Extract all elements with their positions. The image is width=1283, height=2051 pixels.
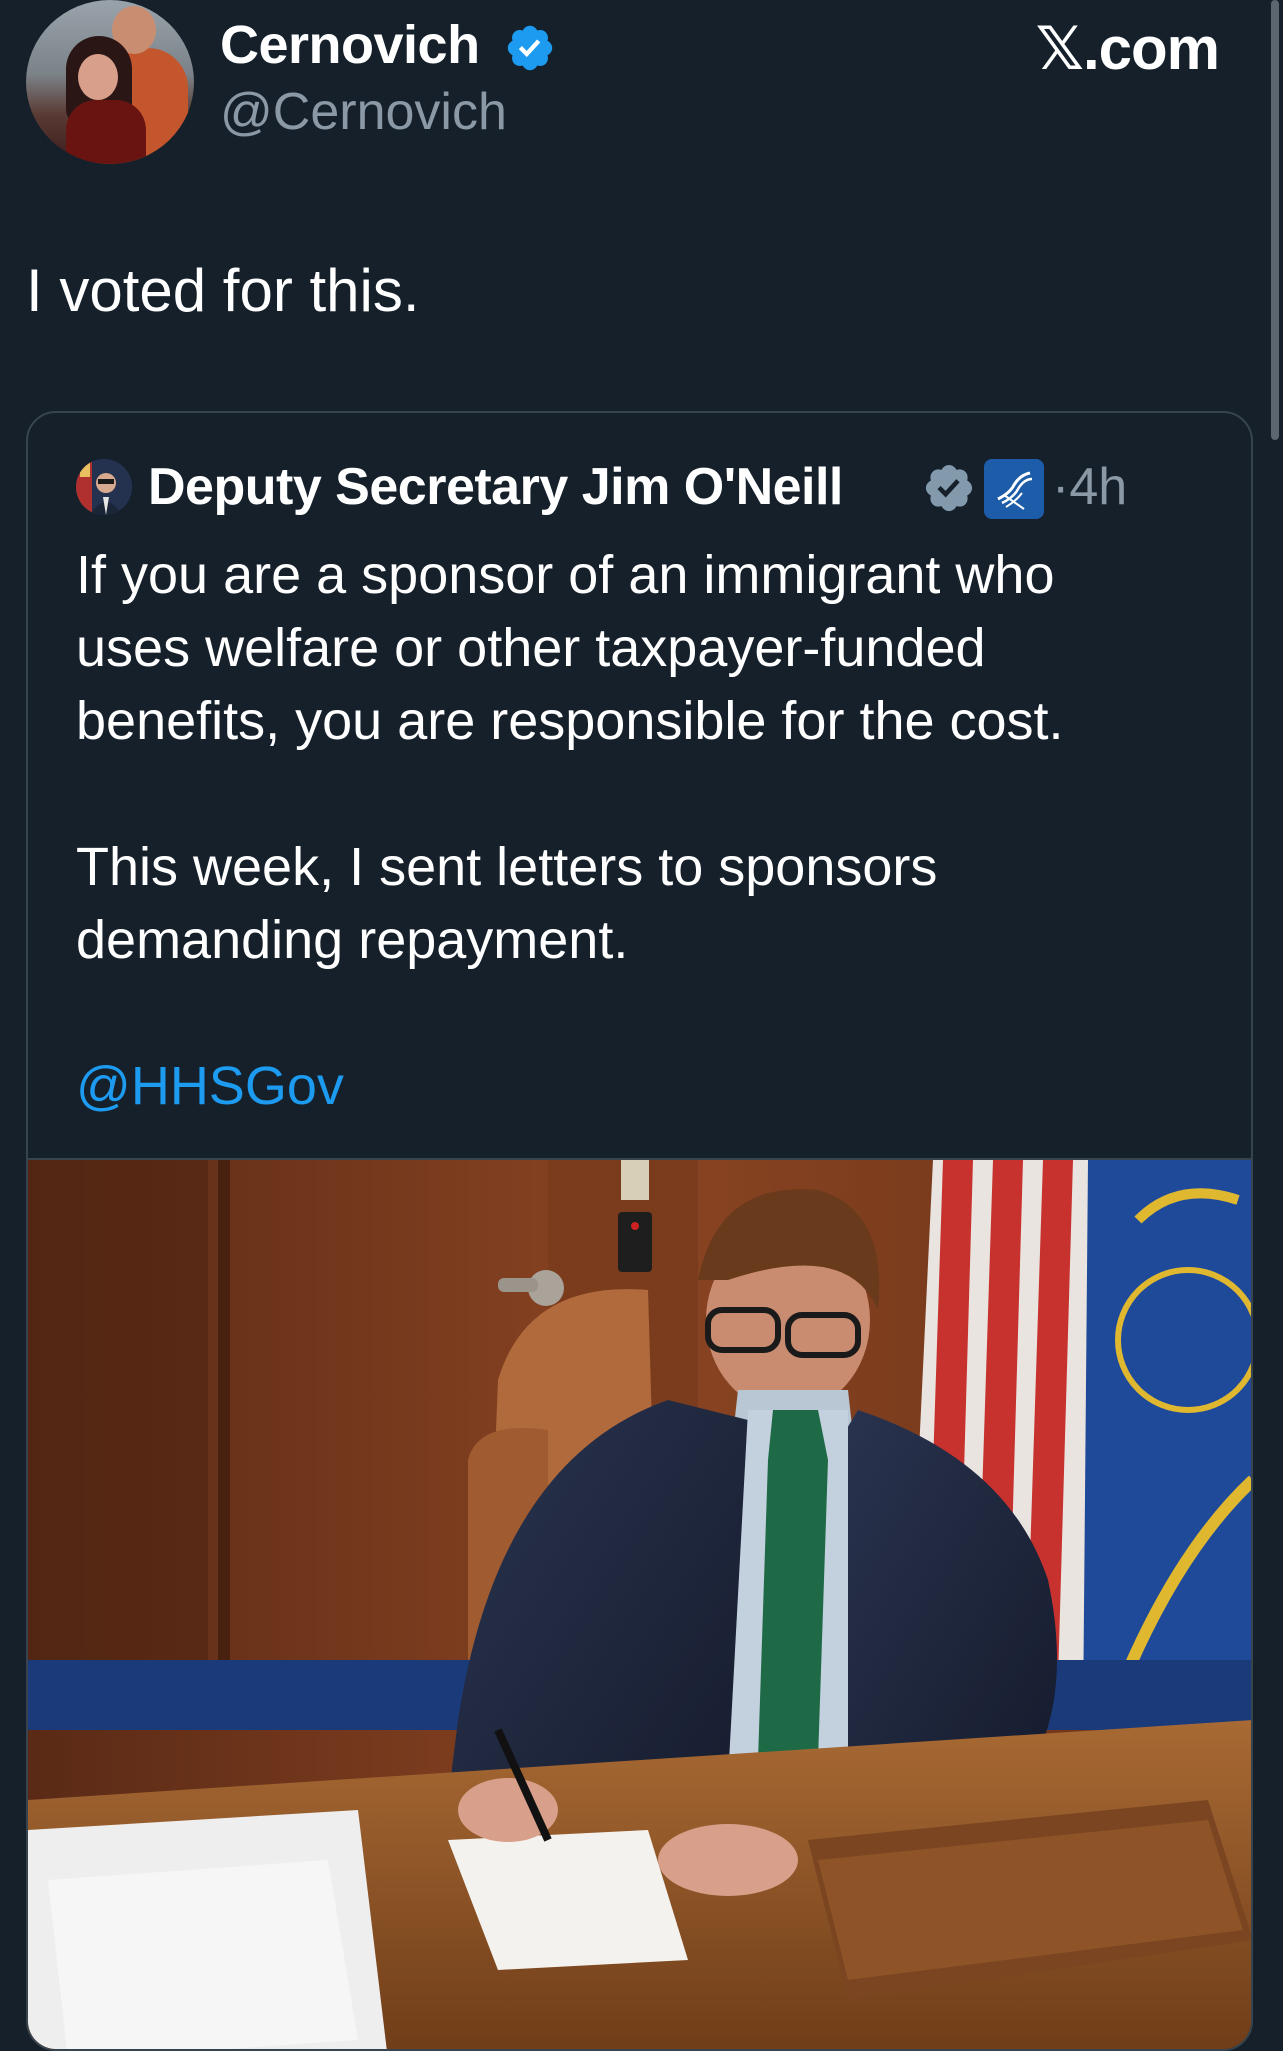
quoted-tweet-card[interactable]: Deputy Secretary Jim O'Neill ·4h If you … [26, 411, 1253, 2051]
quoted-text-line: If you are a sponsor of an immigrant who [76, 545, 1055, 605]
government-verified-badge-icon [925, 464, 973, 512]
verified-badge-icon [507, 25, 553, 71]
author-name[interactable]: Cernovich [220, 14, 480, 76]
x-brand-label: 𝕏.com [1035, 15, 1220, 82]
quoted-text-line: uses welfare or other taxpayer-funded [76, 618, 986, 678]
quoted-author-avatar[interactable] [76, 459, 132, 515]
photo-of-man-signing-documents-icon [28, 1160, 1251, 2049]
quoted-timestamp[interactable]: ·4h [1052, 457, 1127, 517]
hhs-affiliation-icon[interactable] [984, 459, 1044, 519]
quoted-text-line: benefits, you are responsible for the co… [76, 691, 1064, 751]
quoted-text-line: This week, I sent letters to sponsors [76, 837, 938, 897]
hhsgov-mention-link[interactable]: @HHSGov [76, 1050, 1216, 1123]
quoted-tweet-text: If you are a sponsor of an immigrant who… [76, 539, 1216, 1123]
tweet-photo[interactable] [28, 1158, 1251, 2049]
scrollbar[interactable] [1271, 0, 1279, 440]
quoted-author-name[interactable]: Deputy Secretary Jim O'Neill [148, 457, 843, 517]
quoted-text-line: demanding repayment. [76, 910, 629, 970]
tweet-text: I voted for this. [26, 257, 420, 324]
author-handle[interactable]: @Cernovich [220, 82, 507, 142]
avatar[interactable] [26, 0, 194, 164]
